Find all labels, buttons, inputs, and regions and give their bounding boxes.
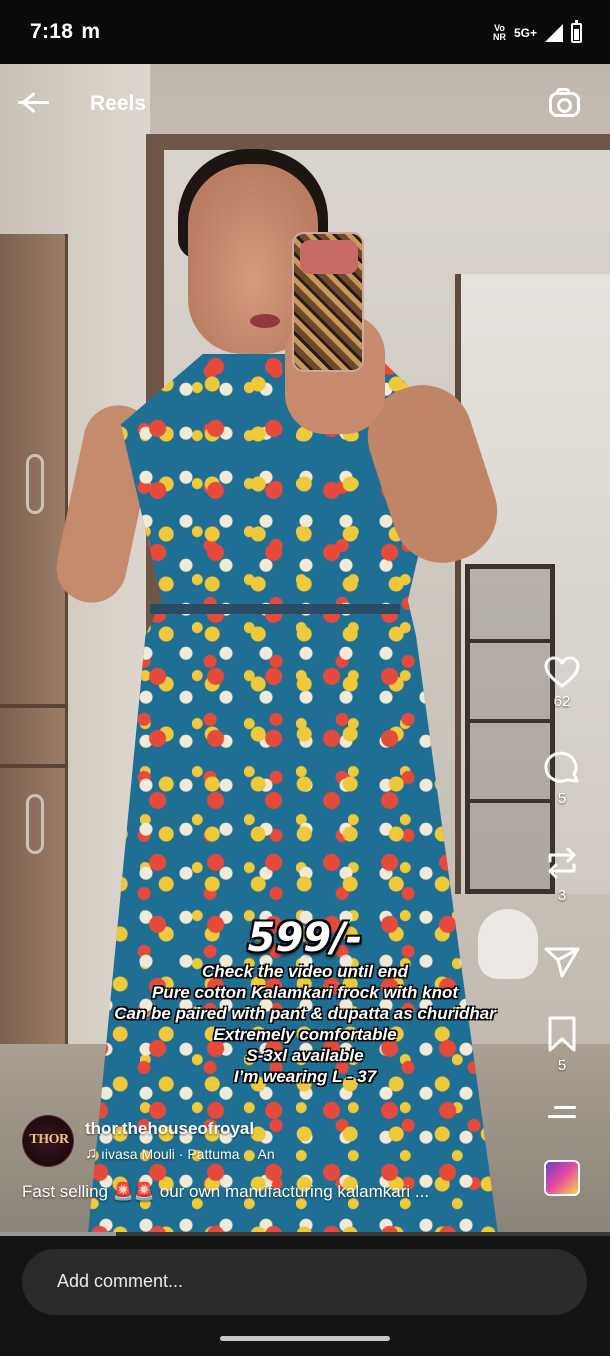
- page-title: Reels: [90, 92, 147, 115]
- video-phone: [292, 232, 364, 372]
- comment-count: 5: [557, 790, 567, 807]
- video-person-lips: [250, 314, 280, 328]
- video-text-overlay: 599/- Check the video until end Pure cot…: [0, 915, 610, 1087]
- bottom-bar: Add comment...: [0, 1236, 610, 1356]
- reels-header: Reels: [0, 64, 610, 144]
- menu-icon: [548, 1106, 576, 1118]
- avatar-logo: THOR: [29, 1132, 69, 1147]
- battery-icon: [571, 20, 582, 43]
- gesture-nav-handle[interactable]: [220, 1336, 390, 1341]
- post-info: THOR thor.thehouseofroyal ♫ ıivasa Mouli…: [22, 1113, 522, 1223]
- heart-icon: [544, 656, 580, 688]
- audio-title-extra: An: [257, 1146, 275, 1162]
- status-time: 7:18 m: [30, 20, 100, 44]
- bookmark-icon: [548, 1016, 576, 1052]
- status-icons: Vo NR 5G+: [493, 20, 582, 46]
- comment-placeholder: Add comment...: [57, 1271, 184, 1291]
- add-comment-input[interactable]: Add comment...: [22, 1249, 587, 1315]
- audio-thumbnail-button[interactable]: [532, 1160, 592, 1196]
- repost-count: 3: [557, 887, 567, 904]
- post-caption[interactable]: Fast selling 🚨🚨 our own manufacturing ka…: [22, 1182, 429, 1202]
- audio-thumbnail-icon: [544, 1160, 580, 1196]
- like-button[interactable]: 62: [532, 655, 592, 710]
- save-count: 5: [557, 1057, 567, 1074]
- price-text: 599/-: [247, 915, 363, 961]
- share-button[interactable]: [532, 945, 592, 979]
- status-bar: 7:18 m Vo NR 5G+: [0, 0, 610, 64]
- overlay-line: Pure cotton Kalamkari frock with knot: [151, 983, 459, 1002]
- network-type-label: 5G+: [513, 26, 537, 40]
- signal-icon: [545, 24, 563, 42]
- audio-title: ıivasa Mouli · Pattuma: [101, 1146, 240, 1162]
- overlay-line: Check the video until end: [202, 962, 408, 981]
- more-options-button[interactable]: [532, 1100, 592, 1124]
- comment-icon: [544, 751, 579, 783]
- avatar[interactable]: THOR: [22, 1115, 74, 1167]
- volte-icon: Vo NR: [492, 23, 506, 42]
- music-note-icon: ♫: [85, 1145, 97, 1162]
- save-button[interactable]: 5: [532, 1015, 592, 1074]
- comment-button[interactable]: 5: [532, 750, 592, 807]
- like-count: 62: [553, 693, 571, 710]
- repost-button[interactable]: 3: [532, 843, 592, 904]
- repost-icon: [548, 847, 576, 879]
- audio-link[interactable]: ♫ ıivasa Mouli · Pattuma An: [85, 1145, 275, 1163]
- overlay-line: S-3xl available: [246, 1046, 364, 1065]
- video-person-waist: [150, 604, 400, 614]
- overlay-line: Can be paired with pant & dupatta as chu…: [114, 1004, 496, 1023]
- overlay-line: I’m wearing L - 37: [233, 1067, 377, 1086]
- clock-text: 7:18: [30, 20, 74, 43]
- overlay-line: Extremely comfortable: [213, 1025, 397, 1044]
- send-icon: [544, 947, 580, 978]
- camera-icon[interactable]: [548, 86, 582, 120]
- carrier-icon: m: [81, 20, 101, 43]
- back-arrow-icon[interactable]: [14, 86, 54, 120]
- username-link[interactable]: thor.thehouseofroyal: [85, 1119, 254, 1139]
